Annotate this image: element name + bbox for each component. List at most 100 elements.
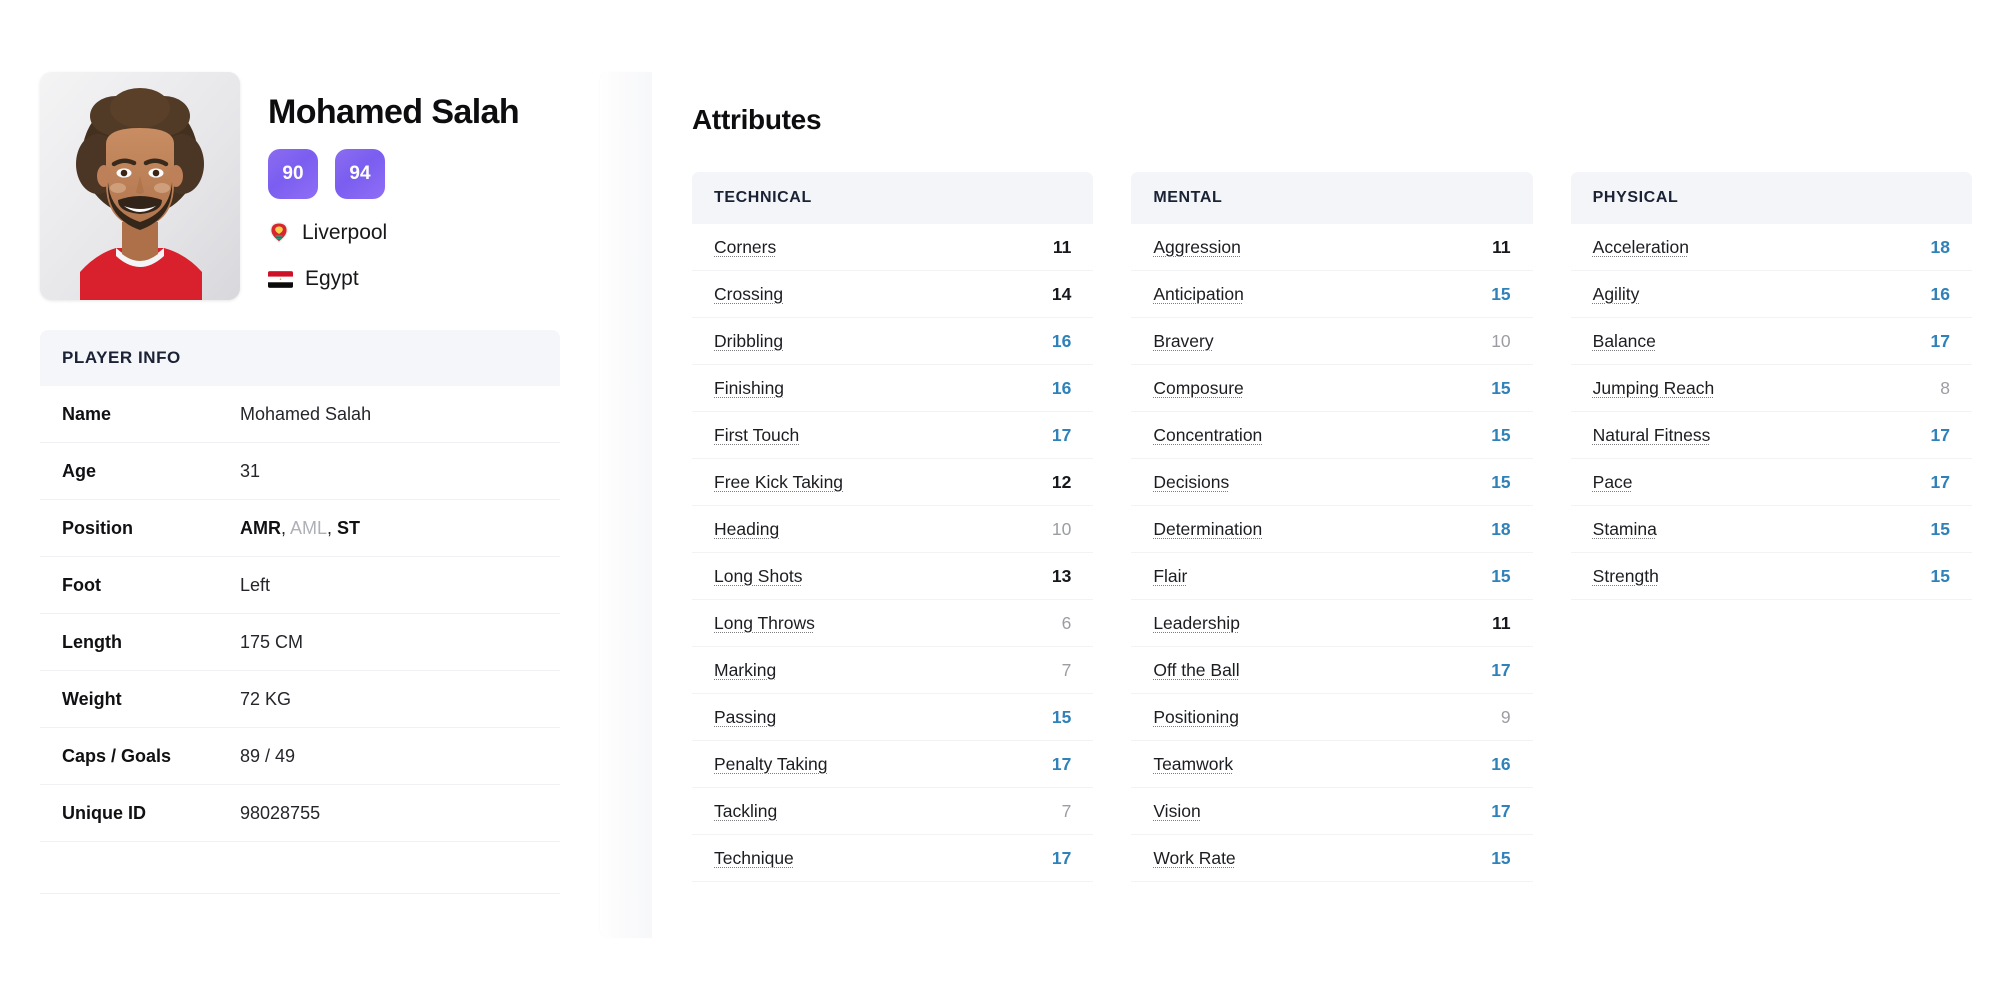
attribute-label[interactable]: Heading (714, 519, 779, 540)
attribute-row: Vision 17 (1131, 788, 1533, 835)
attribute-row: Pace 17 (1570, 459, 1972, 506)
player-portrait-icon (40, 72, 240, 300)
attribute-label[interactable]: Dribbling (714, 331, 783, 352)
attribute-value: 10 (1491, 330, 1511, 351)
attribute-label[interactable]: First Touch (714, 425, 799, 446)
attribute-label[interactable]: Technique (714, 848, 794, 869)
player-profile-page: Mohamed Salah 90 94 Liverpool Egypt PLAY… (0, 0, 2000, 1000)
attribute-column: MENTAL Aggression 11 Anticipation 15 Bravery 1… (1131, 172, 1533, 882)
current-ability-badge[interactable]: 90 (268, 149, 318, 200)
attribute-value: 15 (1491, 565, 1511, 586)
attributes-column: Attributes TECHNICAL Corners 11 Crossing 14 D… (600, 0, 2000, 882)
attribute-row: Work Rate 15 (1131, 835, 1533, 882)
attribute-row: Acceleration 18 (1570, 224, 1972, 271)
attribute-row: Determination 18 (1131, 506, 1533, 553)
attribute-value: 7 (1061, 800, 1072, 821)
attribute-label[interactable]: Bravery (1153, 331, 1213, 352)
attribute-label[interactable]: Work Rate (1153, 848, 1235, 869)
attribute-column: TECHNICAL Corners 11 Crossing 14 Dribbling 16 F… (692, 172, 1094, 882)
attribute-label[interactable]: Finishing (714, 378, 784, 399)
attribute-value: 15 (1930, 518, 1950, 539)
attribute-label[interactable]: Jumping Reach (1593, 378, 1715, 399)
position-token: ST (337, 517, 361, 538)
attribute-row: Teamwork 16 (1131, 741, 1533, 788)
attribute-label[interactable]: Composure (1153, 378, 1243, 399)
attribute-row: Flair 15 (1131, 553, 1533, 600)
attribute-value: 16 (1491, 753, 1511, 774)
player-info-value: 72 KG (240, 688, 292, 709)
attribute-label[interactable]: Concentration (1153, 425, 1262, 446)
attribute-label[interactable]: Long Throws (714, 613, 815, 634)
attribute-label[interactable]: Positioning (1153, 707, 1239, 728)
attribute-column-header: MENTAL (1131, 172, 1533, 224)
attribute-value: 17 (1051, 753, 1072, 774)
attribute-row: Composure 15 (1131, 365, 1533, 412)
attribute-label[interactable]: Marking (714, 660, 776, 681)
player-info-row: Foot Left (40, 557, 560, 614)
attribute-value: 8 (1940, 377, 1950, 398)
attribute-value: 9 (1500, 706, 1511, 727)
club-name: Liverpool (302, 221, 388, 245)
attribute-label[interactable]: Stamina (1593, 519, 1657, 540)
player-info-value: 31 (240, 460, 261, 481)
attribute-label[interactable]: Strength (1593, 566, 1659, 587)
attribute-value: 17 (1051, 847, 1072, 868)
attribute-value: 18 (1930, 236, 1950, 257)
attribute-row: Leadership 11 (1131, 600, 1533, 647)
attribute-row: Concentration 15 (1131, 412, 1533, 459)
nation-row[interactable]: Egypt (268, 267, 519, 291)
attribute-value: 17 (1491, 800, 1511, 821)
player-summary-column: Mohamed Salah 90 94 Liverpool Egypt PLAY… (0, 0, 600, 1000)
attribute-label[interactable]: Decisions (1153, 472, 1229, 493)
attribute-label[interactable]: Teamwork (1153, 754, 1233, 775)
liverpool-crest-icon (270, 222, 288, 244)
rating-badges: 90 94 (268, 149, 519, 200)
player-info-key: Unique ID (62, 802, 146, 823)
attribute-label[interactable]: Vision (1153, 801, 1200, 822)
player-info-value: Mohamed Salah (240, 403, 372, 424)
potential-ability-badge[interactable]: 94 (335, 149, 385, 200)
attribute-label[interactable]: Agility (1593, 284, 1640, 305)
attribute-row: Dribbling 16 (692, 318, 1094, 365)
attribute-label[interactable]: Leadership (1153, 613, 1240, 634)
player-info-key: Name (62, 403, 112, 424)
player-info-row: Caps / Goals 89 / 49 (40, 728, 560, 785)
attribute-label[interactable]: Determination (1153, 519, 1262, 540)
attribute-row: Corners 11 (692, 224, 1094, 271)
attribute-value: 17 (1491, 659, 1511, 680)
player-info-key: Caps / Goals (62, 745, 172, 766)
attribute-label[interactable]: Passing (714, 707, 776, 728)
attribute-label[interactable]: Balance (1593, 331, 1656, 352)
attribute-label[interactable]: Penalty Taking (714, 754, 828, 775)
attribute-label[interactable]: Tackling (714, 801, 777, 822)
attribute-row: Aggression 11 (1131, 224, 1533, 271)
player-info-row: Age 31 (40, 443, 560, 500)
attribute-row: Jumping Reach 8 (1570, 365, 1972, 412)
attribute-label[interactable]: Aggression (1153, 237, 1241, 258)
player-info-value: 89 / 49 (240, 745, 296, 766)
attribute-label[interactable]: Anticipation (1153, 284, 1243, 305)
attributes-panel-wrap: Attributes TECHNICAL Corners 11 Crossing 14 D… (600, 0, 2000, 1000)
player-info-value: 98028755 (240, 802, 321, 823)
attribute-label[interactable]: Natural Fitness (1593, 425, 1711, 446)
player-avatar (40, 72, 240, 300)
attribute-label[interactable]: Flair (1153, 566, 1187, 587)
attribute-row: Marking 7 (692, 647, 1094, 694)
attribute-row: Balance 17 (1570, 318, 1972, 365)
attribute-row: Agility 16 (1570, 271, 1972, 318)
attribute-label[interactable]: Off the Ball (1153, 660, 1239, 681)
attribute-column-header: PHYSICAL (1570, 172, 1972, 224)
attribute-column-header: TECHNICAL (692, 172, 1094, 224)
attribute-label[interactable]: Long Shots (714, 566, 803, 587)
attribute-value: 15 (1051, 706, 1072, 727)
attribute-value: 15 (1491, 377, 1511, 398)
attribute-label[interactable]: Acceleration (1593, 237, 1689, 258)
attribute-label[interactable]: Corners (714, 237, 776, 258)
attribute-label[interactable]: Free Kick Taking (714, 472, 843, 493)
attribute-row: Decisions 15 (1131, 459, 1533, 506)
attribute-value: 16 (1051, 377, 1072, 398)
club-row[interactable]: Liverpool (268, 221, 519, 245)
attribute-label[interactable]: Crossing (714, 284, 783, 305)
attribute-value: 11 (1492, 612, 1511, 633)
attribute-label[interactable]: Pace (1593, 472, 1633, 493)
